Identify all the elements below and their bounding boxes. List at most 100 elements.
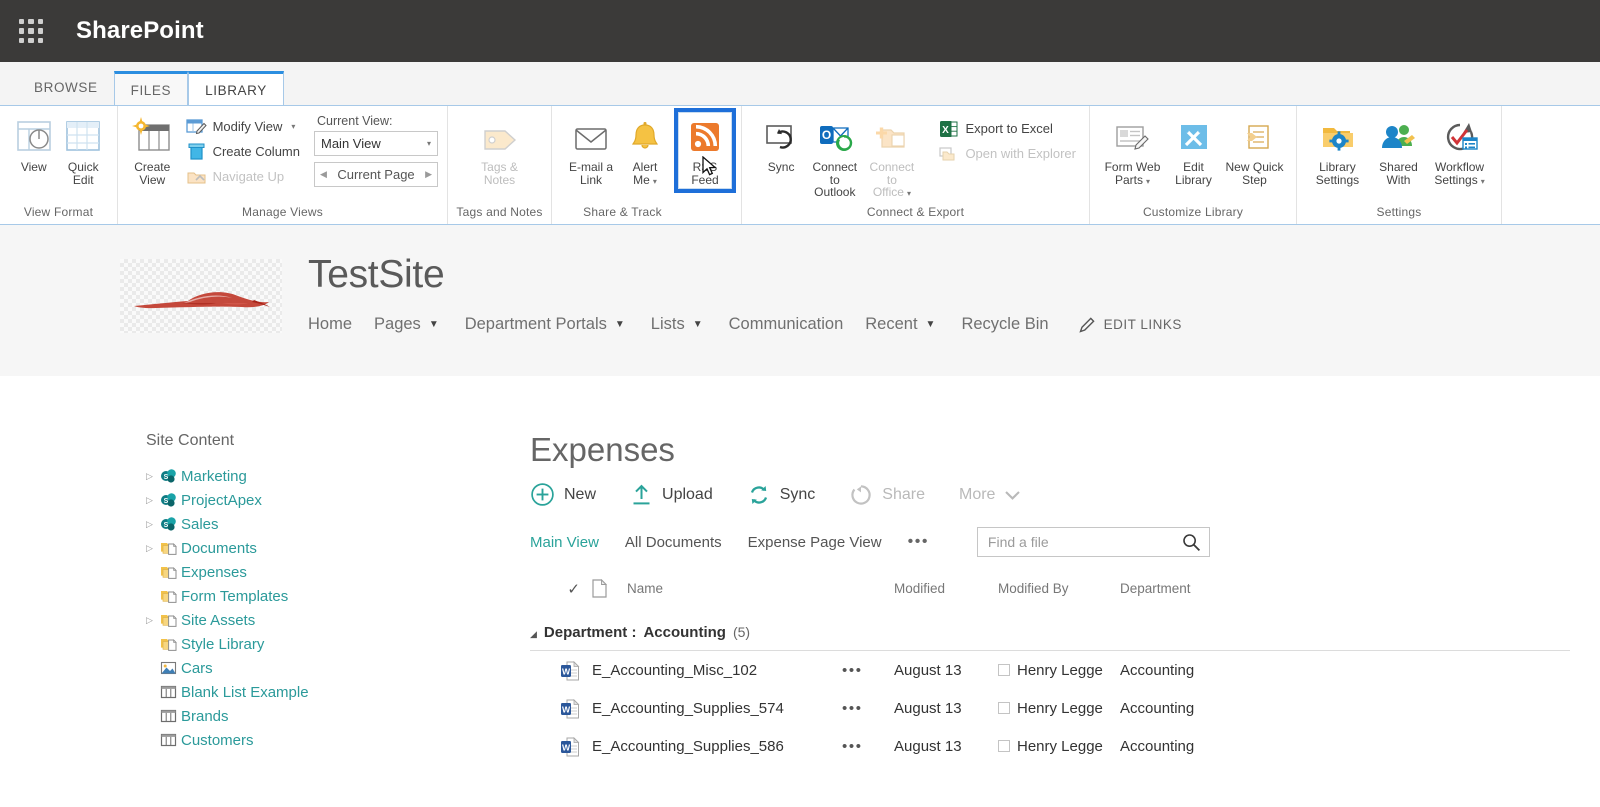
current-view-select[interactable]: Main View ▾ [314,131,438,156]
expand-twisty-icon[interactable]: ▷ [146,615,160,626]
edit-links-button[interactable]: EDIT LINKS [1078,316,1182,333]
navigate-up-button[interactable]: Navigate Up [182,164,304,189]
sidebar-item-documents[interactable]: ▷ Documents [146,536,530,560]
search-box[interactable] [976,527,1210,557]
sidebar-item-projectapex[interactable]: ▷ S ProjectApex [146,488,530,512]
rss-feed-button[interactable]: RSS Feed [674,108,736,193]
view-tab-main-view[interactable]: Main View [530,534,599,551]
search-input[interactable] [985,533,1182,551]
row-department: Accounting [1120,737,1195,755]
tab-files[interactable]: FILES [113,71,189,105]
nav-item-home[interactable]: Home [308,311,374,338]
upload-button[interactable]: Upload [630,483,713,507]
modify-view-button[interactable]: Modify View ▾ [182,114,304,139]
expand-twisty-icon[interactable]: ▷ [146,543,160,554]
row-actions-button[interactable]: ••• [842,738,894,755]
tab-browse[interactable]: BROWSE [18,71,114,105]
view-overflow-button[interactable]: ••• [908,533,929,551]
sidebar-item-sales[interactable]: ▷ S Sales [146,512,530,536]
file-name-link[interactable]: E_Accounting_Supplies_574 [592,700,842,717]
file-name-link[interactable]: E_Accounting_Misc_102 [592,662,842,679]
car-silhouette-logo[interactable] [120,259,282,333]
tab-library[interactable]: LIBRARY [188,71,284,105]
site-title[interactable]: TestSite [308,255,1182,295]
nav-item-recycle-bin[interactable]: Recycle Bin [961,311,1070,338]
current-view-value: Main View [321,136,381,151]
nav-dropdown-pages-icon[interactable]: ▼ [429,319,439,330]
group-header-accounting[interactable]: ◢ Department : Accounting (5) [530,624,1570,651]
row-actions-button[interactable]: ••• [842,700,894,717]
nav-dropdown-recent-icon[interactable]: ▼ [926,319,936,330]
current-page-pager[interactable]: ◀ Current Page ▶ [314,162,438,187]
form-web-parts-button[interactable]: Form Web Parts ▾ [1100,112,1165,191]
row-actions-button[interactable]: ••• [842,662,894,679]
nav-item-department-portals[interactable]: Department Portals [465,311,629,338]
table-row[interactable]: W E_Accounting_Supplies_574 ••• August 1… [530,689,1570,727]
export-to-excel-button[interactable]: X Export to Excel [934,116,1080,141]
table-row[interactable]: W E_Accounting_Misc_102 ••• August 13 He… [530,651,1570,689]
row-modified-by-label[interactable]: Henry Legge [1017,738,1103,755]
sidebar-item-marketing[interactable]: ▷ S Marketing [146,464,530,488]
sidebar-item-expenses[interactable]: Expenses [146,560,530,584]
sidebar-item-customers[interactable]: Customers [146,728,530,752]
chevron-down-icon[interactable]: ▾ [1146,177,1150,186]
site-header: TestSite Home Pages ▼ Department Portals… [0,225,1600,376]
row-modified-by-label[interactable]: Henry Legge [1017,662,1103,679]
connect-to-outlook-button[interactable]: O Connect to Outlook [806,112,863,202]
more-button[interactable]: More [959,486,1021,504]
view-tab-expense-page-view[interactable]: Expense Page View [748,534,882,551]
sidebar-item-site-assets[interactable]: ▷ Site Assets [146,608,530,632]
alert-me-button[interactable]: Alert Me ▾ [618,112,672,191]
library-settings-button[interactable]: Library Settings [1305,112,1370,189]
svg-text:S: S [164,522,169,529]
open-with-explorer-button[interactable]: Open with Explorer [934,141,1080,166]
new-quick-step-button[interactable]: New Quick Step [1222,112,1287,189]
suite-title[interactable]: SharePoint [76,17,204,45]
sync-button[interactable]: Sync [756,112,806,177]
shared-with-button[interactable]: Shared With [1370,112,1427,189]
column-header-name[interactable]: Name [592,579,842,598]
chevron-down-icon[interactable]: ▾ [907,189,911,198]
pager-prev-icon[interactable]: ◀ [320,169,327,180]
collapse-twisty-icon[interactable]: ◢ [530,629,537,640]
chevron-down-icon[interactable]: ▾ [653,177,657,186]
quick-edit-button[interactable]: Quick Edit [59,112,109,189]
sidebar-item-cars[interactable]: Cars [146,656,530,680]
sync-button-cmd[interactable]: Sync [747,483,815,507]
tags-notes-button[interactable]: Tags & Notes [471,112,529,189]
app-launcher-icon[interactable] [14,14,48,48]
connect-to-office-button[interactable]: Connect to Office ▾ [863,112,920,204]
edit-library-button[interactable]: Edit Library [1165,112,1222,189]
nav-item-communication[interactable]: Communication [729,311,866,338]
expand-twisty-icon[interactable]: ▷ [146,519,160,530]
create-column-button[interactable]: Create Column [182,139,304,164]
column-header-modified[interactable]: Modified [894,581,998,596]
ribbon-group-tags-notes: Tags & Notes Tags and Notes [448,106,552,224]
view-button[interactable]: View [9,112,59,177]
expand-twisty-icon[interactable]: ▷ [146,495,160,506]
nav-dropdown-department-portals-icon[interactable]: ▼ [615,319,625,330]
sidebar-item-style-library[interactable]: Style Library [146,632,530,656]
email-a-link-button[interactable]: E-mail a Link [564,112,618,189]
select-all-check-icon[interactable]: ✓ [530,580,592,598]
sidebar-item-form-templates[interactable]: Form Templates [146,584,530,608]
expand-twisty-icon[interactable]: ▷ [146,471,160,482]
pager-next-icon[interactable]: ▶ [425,169,432,180]
search-icon[interactable] [1182,533,1201,552]
share-button[interactable]: Share [849,483,925,507]
nav-dropdown-lists-icon[interactable]: ▼ [693,319,703,330]
sidebar-item-brands[interactable]: Brands [146,704,530,728]
row-modified-by-label[interactable]: Henry Legge [1017,700,1103,717]
quick-launch: Site Content ▷ S Marketing ▷ S ProjectAp… [0,432,530,765]
workflow-settings-button[interactable]: Workflow Settings ▾ [1427,112,1492,191]
table-row[interactable]: W E_Accounting_Supplies_586 ••• August 1… [530,727,1570,765]
chevron-down-icon[interactable]: ▾ [1481,177,1485,186]
chevron-down-icon[interactable]: ▾ [291,122,295,131]
view-tab-all-documents[interactable]: All Documents [625,534,722,551]
sidebar-item-blank-list-example[interactable]: Blank List Example [146,680,530,704]
column-header-modified-by[interactable]: Modified By [998,581,1120,596]
column-header-department[interactable]: Department [1120,581,1230,596]
create-view-button[interactable]: Create View [127,112,178,189]
new-button[interactable]: New [530,482,596,507]
file-name-link[interactable]: E_Accounting_Supplies_586 [592,738,842,755]
